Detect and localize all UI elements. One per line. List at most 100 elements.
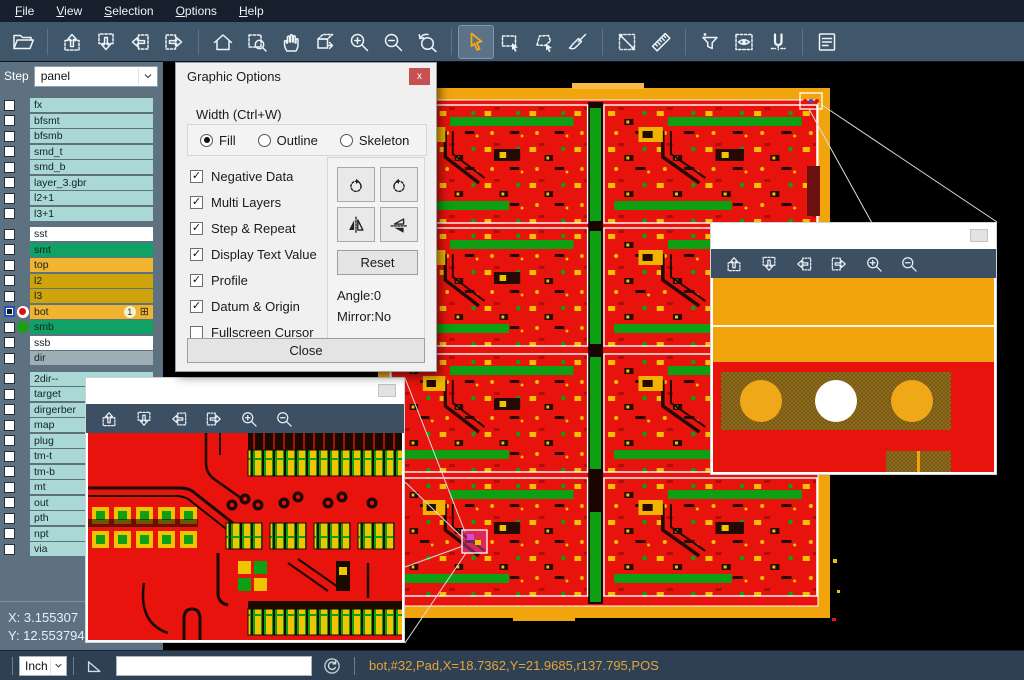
reset-button[interactable]: Reset [337, 250, 418, 275]
radio-skeleton[interactable]: Skeleton [340, 133, 410, 148]
layer-row-dir[interactable]: dir [0, 351, 163, 365]
popup-zoom-out-button[interactable] [899, 254, 919, 274]
layer-name-band[interactable]: fx [30, 98, 153, 112]
layer-visibility-checkbox[interactable] [4, 353, 15, 364]
toolbar-pan-down-button[interactable] [89, 26, 123, 58]
layer-visibility-checkbox[interactable] [4, 291, 15, 302]
layer-name-band[interactable]: l2 [30, 274, 153, 288]
checkbox[interactable]: ✓ [190, 274, 203, 287]
toolbar-pan-right-button[interactable] [157, 26, 191, 58]
menu-file[interactable]: File [4, 2, 45, 21]
toolbar-home-button[interactable] [206, 26, 240, 58]
layer-name-band[interactable]: bfsmt [30, 114, 153, 128]
layer-row-l3[interactable]: l3 [0, 289, 163, 303]
layer-visibility-checkbox[interactable] [4, 131, 15, 142]
unit-select[interactable]: Inch [19, 656, 67, 676]
rotate-cw-button[interactable] [337, 167, 375, 202]
layer-name-band[interactable]: layer_3.gbr [30, 176, 153, 190]
toolbar-zoom-out-button[interactable] [376, 26, 410, 58]
layer-visibility-checkbox[interactable] [4, 162, 15, 173]
layer-row-l2+1[interactable]: l2+1 [0, 191, 163, 205]
layer-visibility-checkbox[interactable] [4, 322, 15, 333]
popup-pan-up-button[interactable] [724, 254, 744, 274]
mirror-vertical-button[interactable] [337, 207, 375, 242]
popup-titlebar-button[interactable] [970, 229, 988, 242]
refresh-icon[interactable] [322, 656, 342, 676]
toolbar-filter-button[interactable] [693, 26, 727, 58]
popup-zoom-content[interactable] [713, 278, 994, 472]
layer-visibility-checkbox[interactable] [4, 337, 15, 348]
layer-visibility-checkbox[interactable] [4, 100, 15, 111]
toolbar-notes-panel-button[interactable] [810, 26, 844, 58]
layer-row-fx[interactable]: fx [0, 98, 163, 112]
popup-zoom-out-button[interactable] [274, 409, 294, 429]
toolbar-ruler-button[interactable] [644, 26, 678, 58]
layer-row-ssb[interactable]: ssb [0, 336, 163, 350]
toolbar-sheet-flip-button[interactable] [308, 26, 342, 58]
layer-active-indicator[interactable] [15, 306, 30, 318]
layer-visibility-checkbox[interactable] [4, 513, 15, 524]
layer-visibility-checkbox[interactable] [4, 275, 15, 286]
layer-row-smb[interactable]: smb [0, 320, 163, 334]
mirror-horizontal-button[interactable] [380, 207, 418, 242]
layer-row-bfsmb[interactable]: bfsmb [0, 129, 163, 143]
radio-outline[interactable]: Outline [258, 133, 318, 148]
layer-name-band[interactable]: sst [30, 227, 153, 241]
layer-row-l2[interactable]: l2 [0, 274, 163, 288]
option-step-repeat[interactable]: ✓Step & Repeat [190, 215, 317, 241]
layer-row-smt[interactable]: smt [0, 243, 163, 257]
popup-pan-down-button[interactable] [134, 409, 154, 429]
checkbox[interactable]: ✓ [190, 222, 203, 235]
close-button[interactable]: Close [187, 338, 425, 363]
layer-visibility-checkbox[interactable] [4, 244, 15, 255]
layer-name-band[interactable]: l2+1 [30, 191, 153, 205]
toolbar-open-folder-button[interactable] [6, 26, 40, 58]
option-datum-origin[interactable]: ✓Datum & Origin [190, 293, 317, 319]
magnifier-window-left[interactable] [85, 377, 405, 643]
layer-name-band[interactable]: bfsmb [30, 129, 153, 143]
toolbar-polygon-select-button[interactable] [527, 26, 561, 58]
layer-active-indicator[interactable] [15, 321, 30, 333]
layer-row-l3+1[interactable]: l3+1 [0, 207, 163, 221]
toolbar-view-eye-button[interactable] [727, 26, 761, 58]
menu-selection[interactable]: Selection [93, 2, 164, 21]
toolbar-clean-brush-button[interactable] [561, 26, 595, 58]
radio-fill[interactable]: Fill [200, 133, 236, 148]
layer-visibility-checkbox[interactable] [4, 193, 15, 204]
checkbox[interactable]: ✓ [190, 196, 203, 209]
layer-name-band[interactable]: bot1⊞ [30, 305, 153, 319]
layer-name-band[interactable]: l3+1 [30, 207, 153, 221]
layer-visibility-checkbox[interactable] [4, 528, 15, 539]
popup-pan-left-button[interactable] [794, 254, 814, 274]
layer-name-band[interactable]: top [30, 258, 153, 272]
option-profile[interactable]: ✓Profile [190, 267, 317, 293]
layer-visibility-checkbox[interactable] [4, 229, 15, 240]
popup-titlebar-button[interactable] [378, 384, 396, 397]
layer-visibility-checkbox[interactable] [4, 497, 15, 508]
chevron-down-icon[interactable] [50, 658, 65, 674]
radio-dot[interactable] [340, 134, 353, 147]
command-input[interactable] [116, 656, 312, 676]
menu-help[interactable]: Help [228, 2, 275, 21]
popup-pan-left-button[interactable] [169, 409, 189, 429]
layer-name-band[interactable]: smd_t [30, 145, 153, 159]
popup-titlebar[interactable] [711, 223, 996, 249]
popup-zoom-content[interactable] [88, 433, 402, 640]
checkbox[interactable] [190, 326, 203, 339]
radio-dot[interactable] [200, 134, 213, 147]
layer-visibility-checkbox[interactable] [4, 544, 15, 555]
popup-pan-right-button[interactable] [829, 254, 849, 274]
option-display-text-value[interactable]: ✓Display Text Value [190, 241, 317, 267]
checkbox[interactable]: ✓ [190, 300, 203, 313]
grid-icon[interactable]: ⊞ [140, 306, 149, 318]
layer-visibility-checkbox[interactable] [4, 451, 15, 462]
layer-name-band[interactable]: smt [30, 243, 153, 257]
layer-row-sst[interactable]: sst [0, 227, 163, 241]
layer-row-top[interactable]: top [0, 258, 163, 272]
checkbox[interactable]: ✓ [190, 170, 203, 183]
popup-zoom-in-button[interactable] [864, 254, 884, 274]
layer-row-smd_b[interactable]: smd_b [0, 160, 163, 174]
toolbar-select-cursor-button[interactable] [459, 26, 493, 58]
popup-pan-right-button[interactable] [204, 409, 224, 429]
toolbar-zoom-in-button[interactable] [342, 26, 376, 58]
